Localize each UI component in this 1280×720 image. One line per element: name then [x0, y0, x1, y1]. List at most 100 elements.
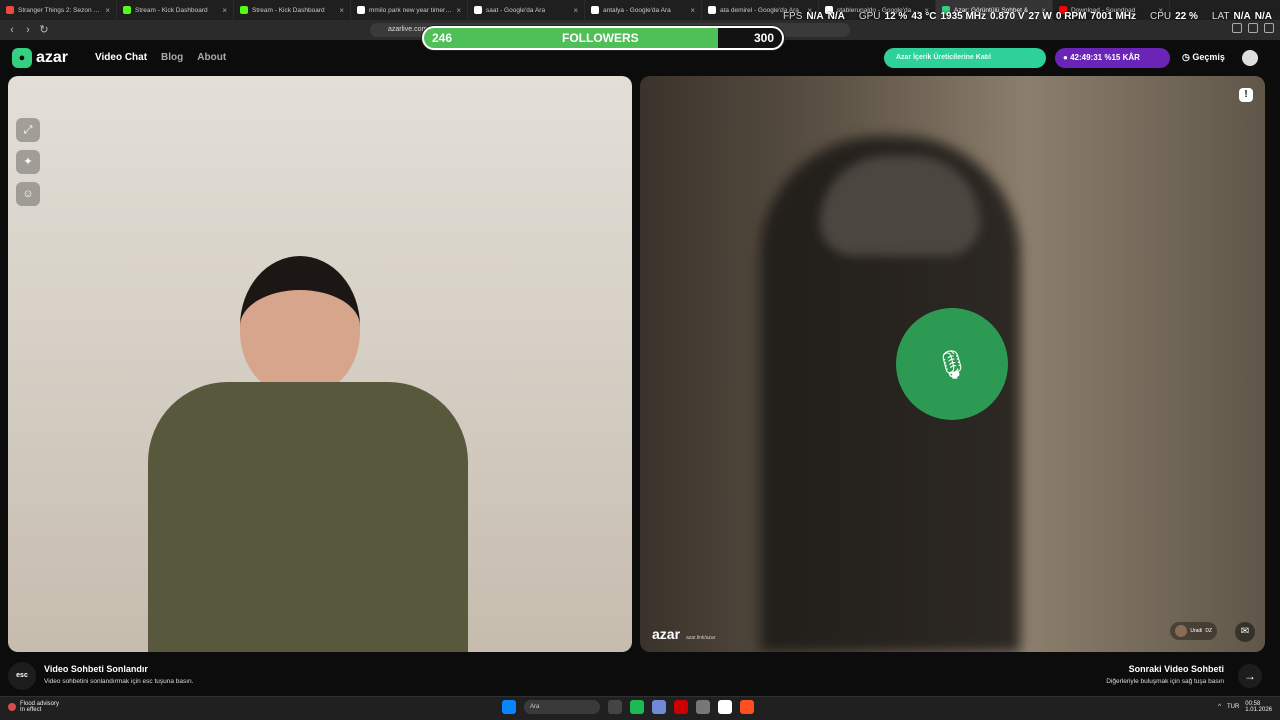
- nav-blog[interactable]: Blog: [161, 52, 183, 63]
- bonus-text: %15 KÂR: [1104, 53, 1140, 62]
- partner-user-chip[interactable]: Uradi DZ: [1170, 622, 1217, 640]
- close-tab-icon[interactable]: ×: [456, 6, 461, 15]
- followers-goal-bar: 246 FOLLOWERS 300: [422, 26, 784, 50]
- timer-value: 42:49:31: [1070, 53, 1103, 62]
- end-chat-title: Video Sohbeti Sonlandır: [44, 664, 148, 674]
- esc-button[interactable]: esc: [8, 662, 36, 690]
- fps-label: FPS: [782, 11, 803, 22]
- next-chat-title: Sonraki Video Sohbeti: [1128, 664, 1224, 674]
- download-icon[interactable]: [1232, 23, 1242, 33]
- taskview-icon[interactable]: [608, 700, 622, 714]
- back-icon[interactable]: ‹: [4, 22, 20, 38]
- gpu-watt: 27 W: [1028, 11, 1052, 22]
- watermark-sub: azar.link/azar: [686, 635, 716, 641]
- browser-tab[interactable]: antalya - Google'da Ara ×: [585, 0, 702, 20]
- tab-title: Stream - Kick Dashboard: [252, 6, 325, 14]
- tab-favicon-icon: [6, 6, 14, 14]
- gpu-label: GPU: [858, 11, 881, 22]
- discord-icon[interactable]: [652, 700, 666, 714]
- browser-tab[interactable]: Stream - Kick Dashboard ×: [234, 0, 351, 20]
- lat-label: LAT: [1211, 11, 1230, 22]
- azar-watermark: azar azar.link/azar: [652, 626, 716, 642]
- obs-icon[interactable]: [674, 700, 688, 714]
- cpu-percent: 22 %: [1175, 11, 1198, 22]
- sparkle-icon[interactable]: ✦: [16, 150, 40, 174]
- partner-video-pane: 🎙 ! azar azar.link/azar Uradi DZ ✉: [640, 76, 1265, 652]
- emoji-icon[interactable]: ☺: [16, 182, 40, 206]
- self-video-person: [148, 256, 468, 652]
- browser-tab[interactable]: Stream - Kick Dashboard ×: [117, 0, 234, 20]
- windows-taskbar: Flood advisory In effect Ara ^ TUR 00:58…: [0, 696, 1280, 720]
- history-button[interactable]: ◷ Geçmiş: [1182, 52, 1225, 63]
- weather-widget[interactable]: Flood advisory In effect: [8, 701, 59, 713]
- azar-logo[interactable]: ● azar: [12, 48, 68, 68]
- followers-current: 246: [432, 31, 453, 45]
- taskbar-apps: Ara: [502, 700, 754, 714]
- date-label: 1.01.2026: [1245, 707, 1272, 713]
- clock[interactable]: 00:58 1.01.2026: [1245, 701, 1272, 713]
- followers-goal: 300: [753, 31, 774, 45]
- nav-video-chat[interactable]: Video Chat: [95, 52, 147, 63]
- brave-icon[interactable]: [740, 700, 754, 714]
- tab-favicon-icon: [357, 6, 365, 14]
- chat-bubble-icon: ●: [12, 48, 32, 68]
- close-tab-icon[interactable]: ×: [573, 6, 578, 15]
- fps-value: N/A: [806, 11, 824, 22]
- report-icon[interactable]: !: [1239, 88, 1253, 102]
- gpu-percent: 12 %: [884, 11, 908, 22]
- microphone-icon[interactable]: 🎙: [896, 308, 1008, 420]
- language-indicator[interactable]: TUR: [1227, 704, 1239, 710]
- timer-badge[interactable]: ● 42:49:31 %15 KÂR: [1055, 48, 1170, 68]
- clock-icon: ●: [1063, 53, 1068, 62]
- tab-favicon-icon: [123, 6, 131, 14]
- browser-tab[interactable]: mmilo park new year timer - Goog ×: [351, 0, 468, 20]
- gpu-rpm: 0 RPM: [1055, 11, 1087, 22]
- performance-overlay: FPS N/A N/A GPU 12 % 43 °C 1935 MHz 0.870 V 27 …: [783, 11, 1272, 22]
- chat-icon[interactable]: ✉: [1235, 622, 1255, 642]
- azar-page: ● azar Video Chat Blog About Azar İçerik…: [0, 40, 1280, 696]
- menu-icon[interactable]: [1264, 23, 1274, 33]
- windows-start-icon[interactable]: [502, 700, 516, 714]
- profile-avatar[interactable]: [1242, 50, 1258, 66]
- tab-title: antalya - Google'da Ara: [603, 6, 671, 14]
- close-tab-icon[interactable]: ×: [339, 6, 344, 15]
- tab-favicon-icon: [474, 6, 482, 14]
- cpu-label: CPU: [1150, 11, 1172, 22]
- partner-country: DZ: [1205, 628, 1212, 634]
- creator-promo-button[interactable]: Azar İçerik Üreticilerine Katıl: [884, 48, 1046, 68]
- history-icon: ◷: [1182, 52, 1190, 62]
- spotify-icon[interactable]: [630, 700, 644, 714]
- close-tab-icon[interactable]: ×: [222, 6, 227, 15]
- extension-icon[interactable]: [1248, 23, 1258, 33]
- next-arrow-icon[interactable]: →: [1238, 664, 1262, 688]
- tab-title: mmilo park new year timer - Goog: [369, 6, 452, 14]
- tab-title: Stranger Things 2: Sezon 5: Bölüm: [18, 6, 101, 14]
- browser-tab[interactable]: saat - Google'da Ara ×: [468, 0, 585, 20]
- next-chat-hint: Diğerleriyle buluşmak için sağ tuşa bası…: [1106, 678, 1224, 685]
- expand-icon[interactable]: ⤢: [16, 118, 40, 142]
- main-nav: Video Chat Blog About: [95, 52, 226, 63]
- close-tab-icon[interactable]: ×: [105, 6, 110, 15]
- followers-label: FOLLOWERS: [562, 31, 639, 45]
- controls-footer: esc Video Sohbeti Sonlandır Video sohbet…: [0, 656, 1280, 696]
- app-icon[interactable]: [718, 700, 732, 714]
- history-label: Geçmiş: [1192, 52, 1225, 62]
- close-tab-icon[interactable]: ×: [690, 6, 695, 15]
- reload-icon[interactable]: ↻: [36, 22, 52, 38]
- tab-title: saat - Google'da Ara: [486, 6, 546, 14]
- self-person-body: [148, 382, 468, 652]
- settings-icon[interactable]: [696, 700, 710, 714]
- tab-favicon-icon: [240, 6, 248, 14]
- fps-value-2: N/A: [827, 11, 845, 22]
- self-video-tools: ⤢ ✦ ☺: [16, 118, 40, 206]
- chevron-up-icon[interactable]: ^: [1218, 704, 1221, 710]
- nav-about[interactable]: About: [197, 52, 226, 63]
- weather-sub: In effect: [20, 707, 42, 713]
- partner-avatar: [1175, 625, 1188, 637]
- gpu-mhz: 1935 MHz: [940, 11, 987, 22]
- browser-tab[interactable]: Stranger Things 2: Sezon 5: Bölüm ×: [0, 0, 117, 20]
- partner-name: Uradi: [1190, 628, 1203, 634]
- taskbar-search[interactable]: Ara: [524, 700, 600, 714]
- forward-icon[interactable]: ›: [20, 22, 36, 38]
- gpu-mem: 7001 MHz: [1090, 11, 1136, 22]
